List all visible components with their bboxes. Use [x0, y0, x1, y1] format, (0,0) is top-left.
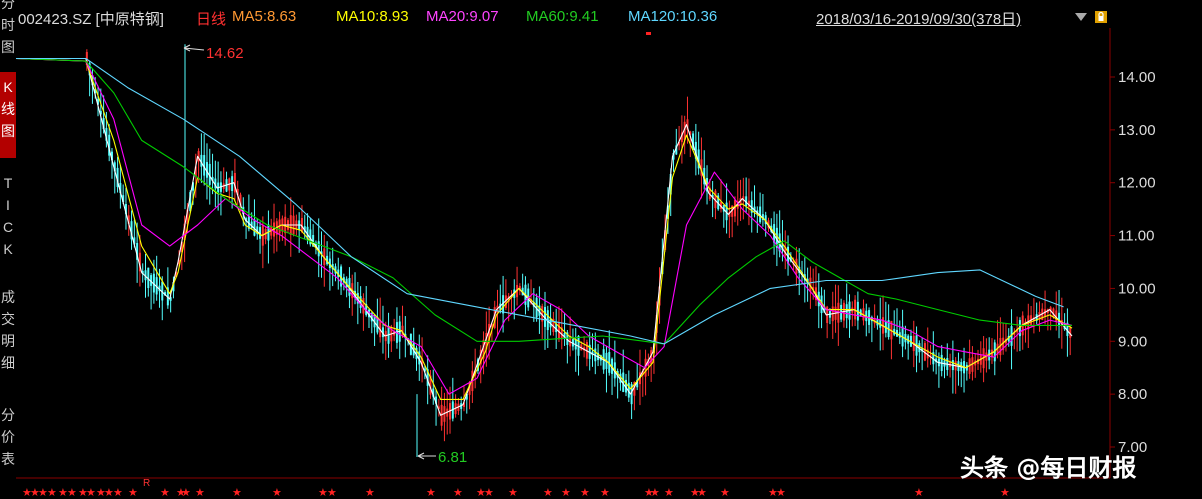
event-star-icon[interactable]: ★	[650, 486, 660, 499]
event-star-icon[interactable]: ★	[426, 486, 436, 499]
event-star-icon[interactable]: ★	[327, 486, 337, 499]
event-star-icon[interactable]: ★	[543, 486, 553, 499]
ma60-line	[15, 57, 1072, 345]
price-tick-label: 11.00	[1118, 228, 1154, 245]
event-star-icon[interactable]: ★	[697, 486, 707, 499]
event-star-icon[interactable]: ★	[1000, 486, 1010, 499]
candlesticks	[16, 44, 1072, 458]
event-star-icon[interactable]: ★	[365, 486, 375, 499]
r-marker: R	[143, 478, 150, 489]
event-star-icon[interactable]: ★	[484, 486, 494, 499]
event-star-icon[interactable]: ★	[86, 486, 96, 499]
price-tick-label: 13.00	[1118, 122, 1156, 139]
event-star-icon[interactable]: ★	[47, 486, 57, 499]
cursor-marker	[646, 32, 651, 35]
price-axis-labels: 14.0013.0012.0011.0010.009.008.007.00	[1110, 69, 1156, 456]
event-star-icon[interactable]: ★	[128, 486, 138, 499]
event-star-icon[interactable]: ★	[113, 486, 123, 499]
kline-chart[interactable]: 14.0013.0012.0011.0010.009.008.007.00 ★★…	[0, 0, 1202, 499]
price-tick-label: 12.00	[1118, 175, 1156, 192]
event-markers: ★★★ ★ ★ ★ ★★ ★★ ★ ★ ★ ★★ ★ ★ ★ ★ ★ ★ ★ ★ ★★ ★ ★ ★ ★ ★ ★★ ★ ★★ ★ ★★ ★ ★	[22, 486, 1010, 499]
event-star-icon[interactable]: ★	[195, 486, 205, 499]
price-tick-label: 14.00	[1118, 69, 1156, 86]
event-star-icon[interactable]: ★	[508, 486, 518, 499]
event-star-icon[interactable]: ★	[160, 486, 170, 499]
event-star-icon[interactable]: ★	[272, 486, 282, 499]
event-star-icon[interactable]: ★	[914, 486, 924, 499]
event-star-icon[interactable]: ★	[453, 486, 463, 499]
price-tick-label: 9.00	[1118, 333, 1147, 350]
event-star-icon[interactable]: ★	[67, 486, 77, 499]
watermark: 头条 @每日财报	[960, 454, 1137, 482]
event-star-icon[interactable]: ★	[232, 486, 242, 499]
high-price-label: 14.62	[206, 45, 244, 62]
low-annotation: 6.81	[417, 449, 467, 466]
low-price-label: 6.81	[438, 449, 467, 466]
event-star-icon[interactable]: ★	[664, 486, 674, 499]
event-star-icon[interactable]: ★	[181, 486, 191, 499]
high-annotation: 14.62	[183, 44, 244, 62]
event-star-icon[interactable]: ★	[600, 486, 610, 499]
price-tick-label: 10.00	[1118, 280, 1156, 297]
event-star-icon[interactable]: ★	[580, 486, 590, 499]
price-tick-label: 8.00	[1118, 386, 1147, 403]
event-star-icon[interactable]: ★	[561, 486, 571, 499]
event-star-icon[interactable]: ★	[720, 486, 730, 499]
event-star-icon[interactable]: ★	[776, 486, 786, 499]
